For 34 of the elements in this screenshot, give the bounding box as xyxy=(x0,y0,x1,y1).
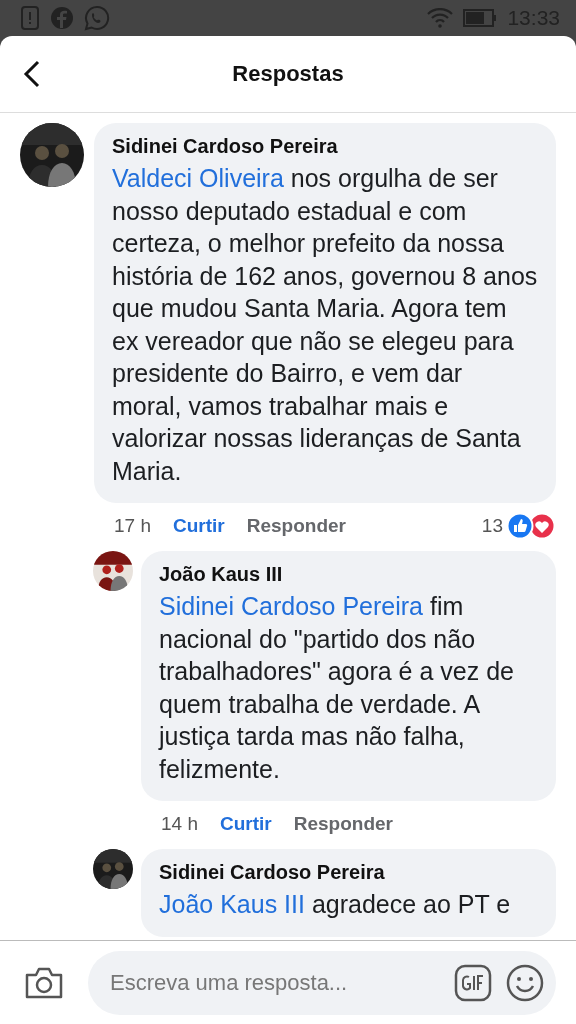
comment-time: 14 h xyxy=(161,813,198,835)
gif-icon xyxy=(454,964,492,1002)
reply-field[interactable]: Escreva uma resposta... xyxy=(88,951,556,1015)
reply-input-field[interactable]: Escreva uma resposta... xyxy=(108,969,440,997)
reactions-icon[interactable] xyxy=(506,512,556,540)
comment-text: Valdeci Oliveira nos orgulha de ser nosso deputado estadual e com certeza, o melhor prefeito da nossa história de 162 anos, governou 8 anos que mudou Santa Maria. Agora tem ex vereador que não se elegeu para presidente do Bairro, e vem dar moral, vamos trabalhar mais e valorizar nossas lideranças de Santa Maria. xyxy=(112,163,538,487)
emoji-button[interactable] xyxy=(506,964,544,1002)
camera-button[interactable] xyxy=(24,966,64,1000)
battery-icon xyxy=(463,9,498,27)
facebook-icon xyxy=(50,6,74,30)
author-name[interactable]: João Kaus III xyxy=(159,563,538,586)
like-button[interactable]: Curtir xyxy=(220,813,272,835)
mention-link[interactable]: Sidinei Cardoso Pereira xyxy=(159,592,424,620)
wifi-icon xyxy=(427,8,454,28)
emoji-icon xyxy=(506,964,544,1002)
reaction-count[interactable]: 13 xyxy=(481,515,503,537)
reply-button[interactable]: Responder xyxy=(246,515,346,537)
alert-icon xyxy=(20,5,40,31)
gif-button[interactable] xyxy=(454,964,492,1002)
comment-time: 17 h xyxy=(114,515,151,537)
whatsapp-icon xyxy=(84,5,110,31)
avatar[interactable] xyxy=(93,551,133,591)
camera-icon xyxy=(24,966,64,1000)
comment-text: João Kaus III agradece ao PT e xyxy=(159,889,512,920)
mention-link[interactable]: João Kaus III xyxy=(159,890,305,918)
author-name[interactable]: Sidinei Cardoso Pereira xyxy=(112,135,538,158)
mention-link[interactable]: Valdeci Oliveira xyxy=(112,164,284,192)
comment-text: Sidinei Cardoso Pereira fim nacional do "partido dos não trabalhadores" agora é a vez de quem trabalha de verdade. A justiça tarda mas não falha, felizmente. xyxy=(159,591,515,785)
author-name[interactable]: Sidinei Cardoso Pereira xyxy=(159,861,538,884)
avatar[interactable] xyxy=(93,849,133,889)
reply-button[interactable]: Responder xyxy=(293,813,393,835)
like-button[interactable]: Curtir xyxy=(173,515,225,537)
page-title: Respostas xyxy=(231,61,345,87)
back-icon xyxy=(22,60,42,88)
